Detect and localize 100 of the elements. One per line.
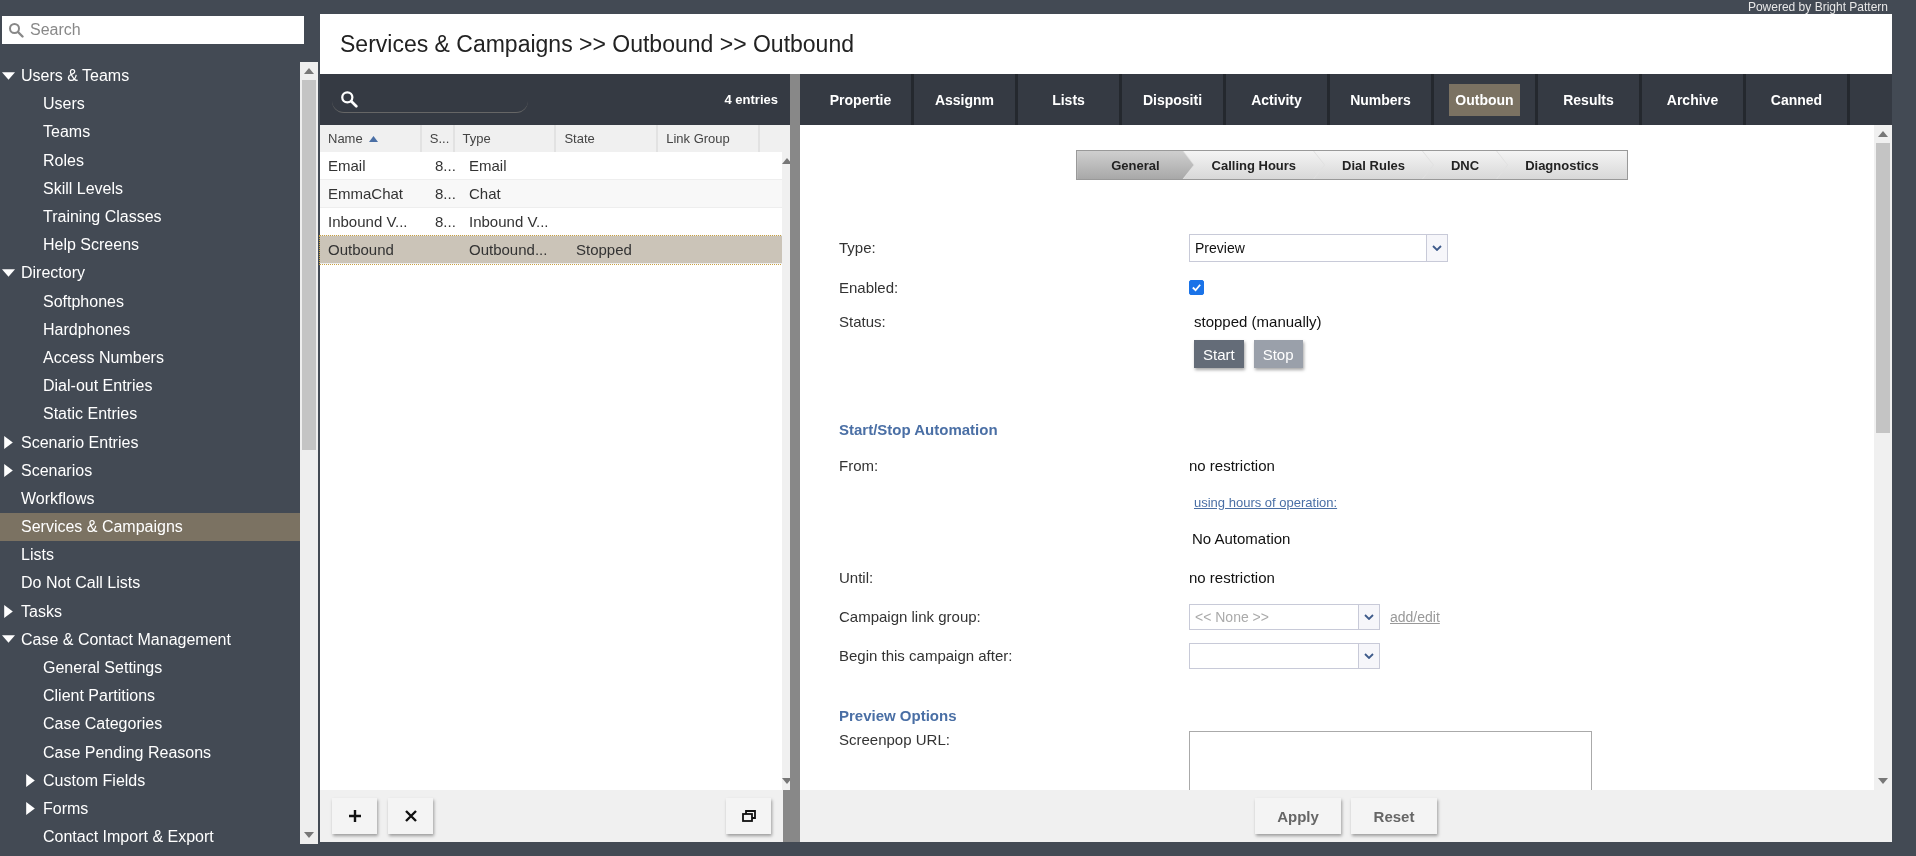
chevron-down-icon <box>1364 652 1374 659</box>
field-label: Campaign link group: <box>839 608 982 625</box>
scrollbar-thumb[interactable] <box>302 80 316 450</box>
sidebar-item[interactable]: Softphones <box>0 287 300 316</box>
table-row[interactable]: EmmaChat 8... Chat <box>320 180 782 208</box>
step-tab[interactable]: General <box>1077 151 1194 179</box>
sidebar-item[interactable]: Skill Levels <box>0 174 300 203</box>
sidebar-item[interactable]: Tasks <box>0 597 300 626</box>
column-header[interactable]: Type <box>454 125 557 152</box>
sidebar-item[interactable]: Forms <box>0 794 300 824</box>
search-box[interactable]: Search <box>2 16 304 44</box>
delete-button[interactable] <box>388 798 433 834</box>
scrollbar-thumb[interactable] <box>1876 143 1890 433</box>
triangle-right-icon[interactable] <box>24 774 37 788</box>
status-text: stopped (manually) <box>1194 313 1323 330</box>
scroll-down-icon[interactable] <box>1878 778 1888 784</box>
field-value: no restriction <box>1189 456 1276 474</box>
checkbox[interactable] <box>1189 279 1204 295</box>
triangle-right-icon[interactable] <box>2 464 15 478</box>
step-tab[interactable]: Diagnostics <box>1497 151 1627 179</box>
page-title: Services & Campaigns >> Outbound >> Outbound <box>339 29 855 59</box>
scroll-down-icon[interactable] <box>304 832 314 838</box>
footer-button[interactable]: Reset <box>1351 798 1437 834</box>
table-cell: Stopped <box>576 241 632 258</box>
table-cell: Email <box>469 157 507 174</box>
field-label: Begin this campaign after: <box>839 647 1014 664</box>
sidebar-item[interactable]: Case Categories <box>0 710 300 739</box>
triangle-right-icon[interactable] <box>24 802 37 816</box>
add-button[interactable] <box>332 798 377 834</box>
table-cell: Email <box>328 157 366 174</box>
triangle-right-icon[interactable] <box>2 605 15 619</box>
sidebar-item[interactable]: Lists <box>0 541 300 570</box>
scroll-down-icon[interactable] <box>782 778 792 784</box>
sidebar-item[interactable]: Teams <box>0 118 300 147</box>
sidebar-item[interactable]: Access Numbers <box>0 343 300 373</box>
field-label: Status: <box>839 313 887 330</box>
tab[interactable]: Propertie <box>810 74 914 125</box>
column-header[interactable]: State <box>556 125 659 152</box>
sidebar-item[interactable]: Client Partitions <box>0 682 300 711</box>
table-cell: 8... <box>435 157 456 174</box>
entry-count: 4 entries <box>724 92 778 107</box>
sidebar-item[interactable]: Roles <box>0 146 300 175</box>
sidebar-item[interactable]: Custom Fields <box>0 766 300 795</box>
tab[interactable]: Outboun <box>1434 74 1538 125</box>
field-label: Enabled: <box>839 278 900 296</box>
chevron-down-icon <box>1364 613 1374 620</box>
scroll-up-icon[interactable] <box>1878 131 1888 137</box>
sidebar-item[interactable]: Services & Campaigns <box>0 513 300 542</box>
triangle-down-icon[interactable] <box>2 69 15 83</box>
scroll-up-icon[interactable] <box>304 68 314 74</box>
sidebar-item[interactable]: Users <box>0 90 300 119</box>
scroll-up-icon[interactable] <box>782 158 792 164</box>
hours-link[interactable]: using hours of operation: <box>1194 494 1338 510</box>
tab[interactable]: Numbers <box>1330 74 1434 125</box>
sidebar-item[interactable]: Static Entries <box>0 400 300 429</box>
sidebar-item[interactable]: Case & Contact Management <box>0 625 300 654</box>
footer-button[interactable]: Apply <box>1255 798 1341 834</box>
step-tab[interactable]: Calling Hours <box>1183 151 1325 179</box>
sidebar-item[interactable]: Training Classes <box>0 202 300 232</box>
tab[interactable]: Canned <box>1746 74 1850 125</box>
table-cell: Inbound V... <box>328 213 408 230</box>
sidebar-item[interactable]: Workflows <box>0 484 300 513</box>
table-cell: 8... <box>435 213 456 230</box>
step-tab[interactable]: Dial Rules <box>1314 151 1433 179</box>
url-field[interactable] <box>1189 731 1592 790</box>
sidebar-item[interactable]: Scenario Entries <box>0 428 300 457</box>
sidebar-item[interactable]: Help Screens <box>0 231 300 260</box>
triangle-down-icon[interactable] <box>2 266 15 280</box>
close-icon <box>402 808 419 824</box>
section-heading: Preview Options <box>839 706 958 724</box>
tab[interactable]: Archive <box>1642 74 1746 125</box>
tab[interactable]: Dispositi <box>1122 74 1226 125</box>
sidebar-item[interactable]: Users & Teams <box>0 62 300 91</box>
sidebar-item[interactable]: Scenarios <box>0 456 300 485</box>
dropdown-field[interactable]: Preview <box>1189 233 1448 262</box>
tab[interactable]: Lists <box>1018 74 1122 125</box>
sidebar-item[interactable]: Contact Import & Export <box>0 823 300 852</box>
section-heading: Start/Stop Automation <box>839 420 999 438</box>
tab[interactable]: Activity <box>1226 74 1330 125</box>
sidebar-item[interactable]: Directory <box>0 259 300 288</box>
table-row[interactable]: Outbound Outbound... Stopped <box>320 236 782 264</box>
sidebar-item[interactable]: Dial-out Entries <box>0 372 300 401</box>
tab[interactable]: Assignm <box>914 74 1018 125</box>
table-cell: Outbound <box>328 241 394 258</box>
tab[interactable]: Results <box>1538 74 1642 125</box>
field-label: Until: <box>839 568 875 586</box>
sidebar-item[interactable]: Do Not Call Lists <box>0 569 300 598</box>
search-icon <box>340 90 358 108</box>
restore-button[interactable] <box>726 798 771 834</box>
search-icon <box>8 22 24 38</box>
column-header[interactable]: Name <box>320 125 422 152</box>
triangle-right-icon[interactable] <box>2 436 15 450</box>
column-header[interactable]: S... <box>421 125 455 152</box>
sidebar-item[interactable]: General Settings <box>0 653 300 683</box>
sidebar-item[interactable]: Case Pending Reasons <box>0 738 300 767</box>
powered-by-text: Powered by Bright Pattern <box>1746 0 1889 14</box>
table-cell: 8... <box>435 185 456 202</box>
column-header[interactable]: Link Group <box>658 125 761 152</box>
status-button[interactable]: Start <box>1194 340 1244 368</box>
sidebar-item[interactable]: Hardphones <box>0 315 300 344</box>
